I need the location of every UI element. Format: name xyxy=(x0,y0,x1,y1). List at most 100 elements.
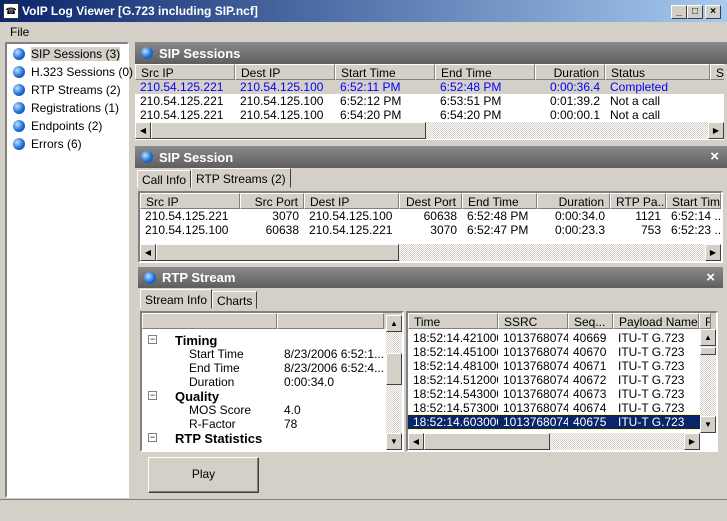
table-cell: 1013768074 xyxy=(503,415,568,429)
close-button[interactable]: × xyxy=(705,5,721,19)
column-header[interactable]: Dest Port xyxy=(399,193,462,209)
column-header[interactable]: SSRC xyxy=(498,313,568,329)
table-cell: 40673 xyxy=(573,387,607,401)
vertical-scrollbar[interactable]: ▲ ▼ xyxy=(386,315,402,450)
table-cell: 40672 xyxy=(573,373,607,387)
column-header[interactable]: End Time xyxy=(435,64,535,80)
property-row[interactable]: Start Time 8/23/2006 6:52:1... xyxy=(142,347,402,361)
table-cell: Not a call xyxy=(610,108,661,122)
collapse-icon[interactable]: − xyxy=(148,433,157,442)
minimize-button[interactable]: _ xyxy=(671,5,687,19)
packet-row[interactable]: 18:52:14.512000 1013768074 40672 ITU-T G.72… xyxy=(408,373,716,387)
property-row[interactable]: Duration 0:00:34.0 xyxy=(142,375,402,389)
table-cell: 210.54.125.100 xyxy=(240,108,324,122)
table-cell: ITU-T G.723 xyxy=(618,401,685,415)
title-bar: VoIP Log Viewer [G.723 including SIP.ncf… xyxy=(0,0,727,22)
column-header[interactable]: Dest IP xyxy=(304,193,399,209)
column-header[interactable]: Start Time xyxy=(666,193,721,209)
table-row[interactable]: 210.54.125.221 210.54.125.100 6:52:11 PM 6:… xyxy=(135,80,724,94)
column-header[interactable]: End Time xyxy=(462,193,537,209)
play-button[interactable]: Play xyxy=(148,457,259,493)
group-label: Quality xyxy=(175,389,220,404)
sidebar-item[interactable]: RTP Streams (2) xyxy=(7,81,127,99)
table-row[interactable]: 210.54.125.100 60638 210.54.125.221 3070 6:5… xyxy=(140,223,721,237)
property-row[interactable]: MOS Score 4.0 xyxy=(142,403,402,417)
table-cell: 0:00:34.0 xyxy=(554,209,605,223)
packet-row[interactable]: 18:52:14.421000 1013768074 40669 ITU-T G.72… xyxy=(408,331,716,345)
property-value: 78 xyxy=(284,417,298,431)
sidebar-item[interactable]: Endpoints (2) xyxy=(7,117,127,135)
table-cell: 18:52:14.421000 xyxy=(413,331,498,345)
column-header[interactable]: Src IP xyxy=(135,64,235,80)
table-cell: 40675 xyxy=(573,415,607,429)
packet-row[interactable]: 18:52:14.573000 1013768074 40674 ITU-T G.72… xyxy=(408,401,716,415)
sidebar-item-label: Endpoints (2) xyxy=(31,119,103,133)
table-cell: 6:52:23 ... xyxy=(671,223,721,237)
property-group[interactable]: − Timing xyxy=(142,333,402,348)
tab[interactable]: Charts xyxy=(212,291,258,309)
column-header[interactable]: Payload Name xyxy=(613,313,699,329)
property-value: 8/23/2006 6:52:1... xyxy=(284,347,385,361)
table-row[interactable]: 210.54.125.221 3070 210.54.125.100 60638 6:5… xyxy=(140,209,721,223)
table-cell: 60638 xyxy=(423,209,457,223)
rtp-stream-header: RTP Stream × xyxy=(138,267,723,288)
ball-icon xyxy=(144,271,156,284)
column-header[interactable]: Src Port xyxy=(240,193,304,209)
close-icon[interactable]: × xyxy=(706,269,715,286)
packet-row[interactable]: 18:52:14.603000 1013768074 40675 ITU-T G.72… xyxy=(408,414,716,430)
table-cell: 18:52:14.573000 xyxy=(413,401,498,415)
packet-list: TimeSSRCSeq...Payload NameF 18:52:14.4210… xyxy=(406,311,718,452)
horizontal-scrollbar[interactable]: ◀ ▶ xyxy=(408,433,700,450)
column-header[interactable]: Sr xyxy=(710,64,724,80)
table-cell: 40670 xyxy=(573,345,607,359)
sidebar-item-label: H.323 Sessions (0) xyxy=(31,65,134,79)
table-cell: 6:52:48 PM xyxy=(440,80,502,94)
property-group[interactable]: − Quality xyxy=(142,389,402,404)
sidebar-item[interactable]: Registrations (1) xyxy=(7,99,127,117)
column-header[interactable]: Time xyxy=(408,313,498,329)
sidebar-item[interactable]: SIP Sessions (3) xyxy=(7,45,127,63)
property-group[interactable]: − RTP Statistics xyxy=(142,431,402,446)
column-header[interactable]: RTP Pa... xyxy=(610,193,666,209)
panel-title: SIP Sessions xyxy=(159,45,241,61)
horizontal-scrollbar[interactable]: ◀ ▶ xyxy=(135,122,724,139)
tab[interactable]: Call Info xyxy=(137,170,192,188)
property-row[interactable]: R-Factor 78 xyxy=(142,417,402,431)
ball-icon xyxy=(13,84,25,96)
column-header[interactable]: Start Time xyxy=(335,64,435,80)
maximize-button[interactable]: □ xyxy=(687,5,703,19)
packet-row[interactable]: 18:52:14.451000 1013768074 40670 ITU-T G.72… xyxy=(408,345,716,359)
table-cell: 1013768074 xyxy=(503,345,568,359)
table-row[interactable]: 210.54.125.221 210.54.125.100 6:52:12 PM 6:… xyxy=(135,94,724,108)
tab[interactable]: RTP Streams (2) xyxy=(191,168,291,188)
table-row[interactable]: 210.54.125.221 210.54.125.100 6:54:20 PM 6:… xyxy=(135,108,724,122)
menu-file[interactable]: File xyxy=(0,22,39,40)
tab[interactable]: Stream Info xyxy=(140,289,213,309)
vertical-scrollbar[interactable]: ▲ ▼ xyxy=(700,329,716,433)
packet-row[interactable]: 18:52:14.543000 1013768074 40673 ITU-T G.72… xyxy=(408,387,716,401)
column-header[interactable]: Dest IP xyxy=(235,64,335,80)
collapse-icon[interactable]: − xyxy=(148,335,157,344)
ball-icon xyxy=(13,48,25,60)
table-cell: 40671 xyxy=(573,359,607,373)
packet-row[interactable]: 18:52:14.481000 1013768074 40671 ITU-T G.72… xyxy=(408,359,716,373)
property-row[interactable]: End Time 8/23/2006 6:52:4... xyxy=(142,361,402,375)
horizontal-scrollbar[interactable]: ◀ ▶ xyxy=(140,244,721,261)
table-cell: Not a call xyxy=(610,94,661,108)
column-header[interactable]: Status xyxy=(605,64,710,80)
close-icon[interactable]: × xyxy=(710,148,719,165)
table-cell: 1013768074 xyxy=(503,373,568,387)
column-header[interactable]: F xyxy=(699,313,711,329)
table-cell: 6:54:20 PM xyxy=(440,108,502,122)
table-cell: 60638 xyxy=(265,223,299,237)
sidebar-item[interactable]: H.323 Sessions (0) xyxy=(7,63,133,81)
table-cell: 210.54.125.100 xyxy=(240,94,324,108)
column-header[interactable]: Src IP xyxy=(140,193,240,209)
table-cell: 0:01:39.2 xyxy=(549,94,600,108)
column-header[interactable]: Duration xyxy=(537,193,610,209)
sidebar-item[interactable]: Errors (6) xyxy=(7,135,127,153)
column-header[interactable]: Seq... xyxy=(568,313,613,329)
column-header[interactable]: Duration xyxy=(535,64,605,80)
ball-icon xyxy=(13,102,25,114)
collapse-icon[interactable]: − xyxy=(148,391,157,400)
